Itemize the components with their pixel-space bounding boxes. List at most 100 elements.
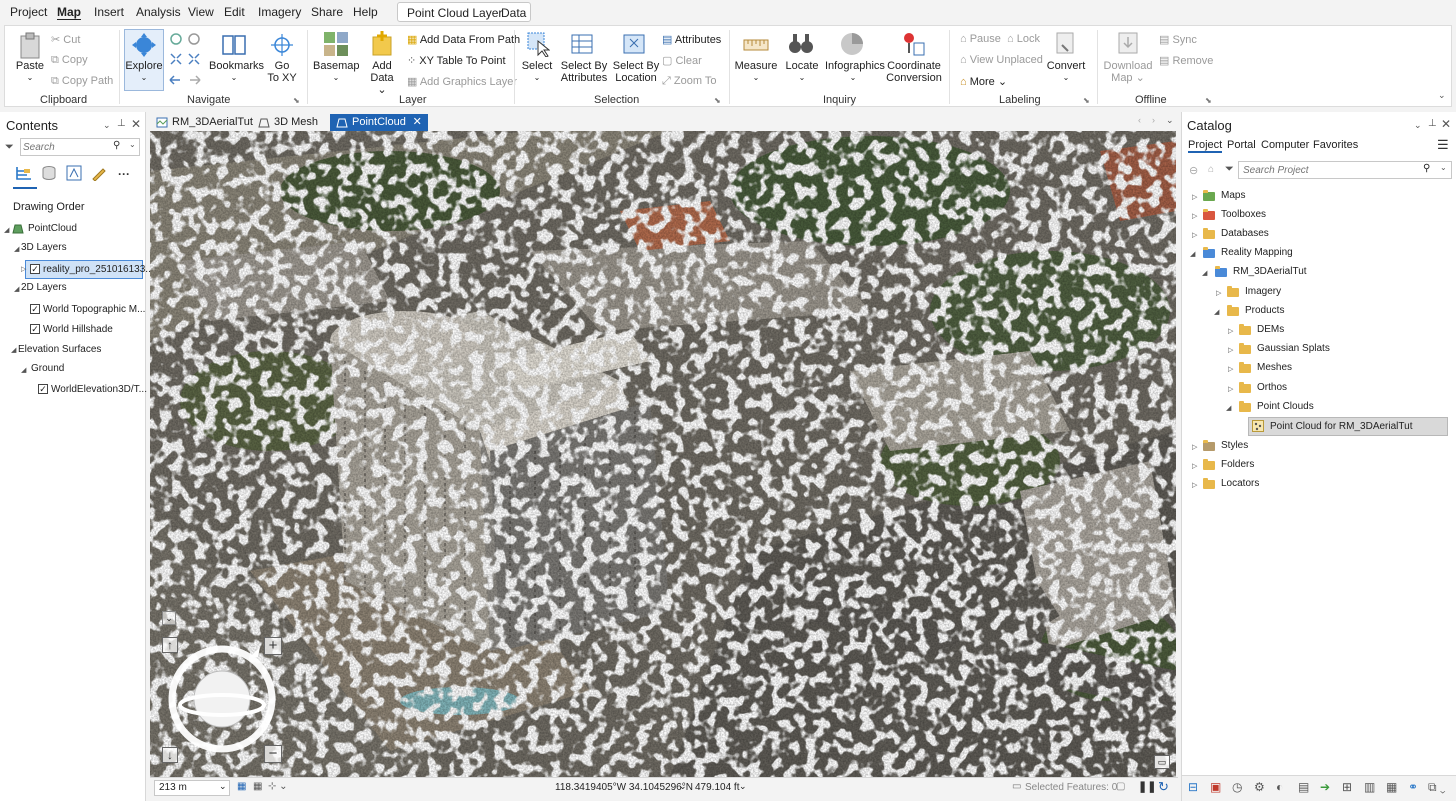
layout-icon[interactable]: ⊞: [1342, 780, 1352, 794]
refresh-icon[interactable]: ↻: [1158, 779, 1169, 795]
explore-dropdown-icon[interactable]: ⌄: [124, 72, 164, 84]
scroll-tabs-left-icon[interactable]: ‹: [1138, 115, 1141, 125]
catalog-item-reality-mapping[interactable]: Reality Mapping: [1221, 247, 1293, 258]
filter-icon[interactable]: ⏷: [5, 141, 14, 154]
elevation-surfaces-group[interactable]: Elevation Surfaces: [18, 344, 101, 355]
geoprocessing-icon[interactable]: ⚙: [1254, 780, 1265, 794]
chart-icon[interactable]: ▥: [1364, 780, 1375, 794]
menu-map[interactable]: Map: [57, 5, 81, 19]
basemap-dropdown-icon[interactable]: ⌄: [313, 72, 359, 84]
tab-list-dropdown-icon[interactable]: ⌄: [1166, 115, 1174, 126]
back-icon[interactable]: ⊖: [1189, 164, 1198, 177]
locate-button[interactable]: Locate: [783, 60, 821, 72]
map-name-item[interactable]: PointCloud: [28, 223, 77, 234]
catalog-tab-favorites[interactable]: Favorites: [1313, 139, 1358, 151]
selected-features-count[interactable]: Selected Features: 0: [1025, 782, 1117, 793]
tab-point-cloud-layer[interactable]: Point Cloud Layer: [407, 6, 502, 20]
grid-toggle-icon[interactable]: ▦: [237, 781, 246, 792]
catalog-item-styles[interactable]: Styles: [1221, 440, 1248, 451]
catalog-item-dems[interactable]: DEMs: [1257, 324, 1284, 335]
pause-drawing-icon[interactable]: ❚❚: [1138, 780, 1156, 793]
zoom-to-button[interactable]: ⤢ Zoom To: [662, 75, 716, 88]
scroll-tabs-right-icon[interactable]: ›: [1152, 115, 1155, 125]
expand-caret-icon[interactable]: ▷: [1228, 385, 1233, 393]
select-dropdown-icon[interactable]: ⌄: [519, 72, 555, 84]
select-by-attributes-button[interactable]: Select By Attributes: [558, 60, 610, 84]
catalog-pane-icon[interactable]: ▣: [1210, 780, 1221, 794]
layer-visibility-checkbox[interactable]: ✓: [30, 304, 40, 314]
grid-icon[interactable]: ▦: [1386, 780, 1397, 794]
lock-labeling-button[interactable]: ⌂ Lock: [1007, 33, 1040, 45]
collapse-caret-icon[interactable]: ◢: [14, 285, 19, 293]
catalog-tab-computer[interactable]: Computer: [1261, 139, 1309, 151]
tab-rm-3daerialtut[interactable]: RM_3DAerialTut: [150, 114, 259, 131]
tab-data[interactable]: Data: [501, 6, 526, 20]
more-options-icon[interactable]: ···: [118, 167, 130, 181]
expand-caret-icon[interactable]: ▷: [21, 265, 26, 273]
clear-button[interactable]: ▢ Clear: [662, 54, 702, 67]
collapse-caret-icon[interactable]: ◢: [1190, 250, 1195, 258]
contents-pane-icon[interactable]: ⊟: [1188, 780, 1198, 794]
tab-3d-mesh[interactable]: 3D Mesh: [252, 114, 324, 131]
paste-dropdown-icon[interactable]: ⌄: [15, 72, 45, 84]
arrow-icon[interactable]: ➔: [1320, 780, 1330, 794]
ground-surface[interactable]: Ground: [31, 363, 64, 374]
pin-icon[interactable]: ⊥: [117, 118, 126, 129]
expand-caret-icon[interactable]: ▷: [1192, 462, 1197, 470]
catalog-item-point-clouds[interactable]: Point Clouds: [1257, 401, 1314, 412]
layer-visibility-checkbox[interactable]: ✓: [30, 324, 40, 334]
layers-2d-group[interactable]: 2D Layers: [21, 282, 67, 293]
add-data-button[interactable]: Add Data ⌄: [365, 60, 399, 96]
xy-table-to-point-button[interactable]: ⁘ XY Table To Point: [407, 54, 506, 67]
catalog-tab-project[interactable]: Project: [1188, 139, 1223, 153]
search-icon[interactable]: ⚲: [113, 140, 120, 151]
symbology-icon[interactable]: ◐: [1276, 780, 1283, 794]
expand-caret-icon[interactable]: ▷: [1192, 231, 1197, 239]
catalog-item-meshes[interactable]: Meshes: [1257, 362, 1292, 373]
cut-button[interactable]: ✂ Cut: [51, 33, 80, 46]
navigator-control[interactable]: [164, 639, 282, 757]
navigate-tools-icon[interactable]: [168, 32, 204, 90]
collapse-caret-icon[interactable]: ◢: [11, 346, 16, 354]
zoom-out-icon[interactable]: −: [264, 745, 282, 763]
collapse-caret-icon[interactable]: ◢: [1202, 269, 1207, 277]
close-icon[interactable]: ✕: [131, 117, 141, 131]
navigate-launcher-icon[interactable]: ⬊: [293, 96, 300, 105]
catalog-item-orthos[interactable]: Orthos: [1257, 382, 1287, 393]
bookmarks-button[interactable]: Bookmarks: [209, 60, 264, 72]
expand-caret-icon[interactable]: ▷: [1228, 327, 1233, 335]
collapse-caret-icon[interactable]: ◢: [1214, 308, 1219, 316]
infographics-button[interactable]: Infographics: [825, 60, 885, 72]
catalog-item-toolboxes[interactable]: Toolboxes: [1221, 209, 1266, 220]
list-by-editing-icon[interactable]: [91, 165, 107, 181]
convert-button[interactable]: Convert: [1045, 60, 1087, 72]
attributes-button[interactable]: ▤ Attributes: [662, 33, 721, 46]
layer-world-elevation[interactable]: WorldElevation3D/T...: [51, 384, 147, 395]
elevation-unit-dropdown-icon[interactable]: ⌄: [739, 781, 747, 792]
list-by-data-source-icon[interactable]: [41, 165, 57, 181]
copy-button[interactable]: ⧉ Copy: [51, 54, 88, 67]
collapse-caret-icon[interactable]: ◢: [14, 245, 19, 253]
labeling-launcher-icon[interactable]: ⬊: [1083, 96, 1090, 105]
tab-pointcloud[interactable]: PointCloud ✕: [330, 114, 428, 131]
view-unplaced-button[interactable]: ⌂ View Unplaced: [960, 54, 1043, 66]
scale-dropdown-icon[interactable]: ⌄: [219, 781, 227, 792]
menu-help[interactable]: Help: [353, 5, 378, 19]
scale-selector[interactable]: 213 m ⌄: [154, 780, 230, 796]
menu-share[interactable]: Share: [311, 5, 343, 19]
catalog-tab-portal[interactable]: Portal: [1227, 139, 1256, 151]
notification-icon[interactable]: ▭: [1154, 755, 1170, 769]
search-dropdown-icon[interactable]: ⌄: [1440, 163, 1447, 172]
download-map-button[interactable]: Download Map ⌄: [1103, 60, 1153, 84]
paste-button[interactable]: Paste: [15, 60, 45, 72]
home-icon[interactable]: ⌂: [1208, 164, 1214, 175]
menu-project[interactable]: Project: [10, 5, 47, 19]
menu-analysis[interactable]: Analysis: [136, 5, 181, 19]
coordinate-format-dropdown-icon[interactable]: ⌄: [679, 781, 687, 792]
copy-path-button[interactable]: ⧉ Copy Path: [51, 75, 113, 88]
tilt-down-icon[interactable]: ↓: [162, 747, 178, 763]
go-to-xy-button[interactable]: Go To XY: [263, 60, 301, 84]
menu-imagery[interactable]: Imagery: [258, 5, 301, 19]
expand-caret-icon[interactable]: ▷: [1192, 193, 1197, 201]
table-icon[interactable]: ▤: [1298, 780, 1309, 794]
